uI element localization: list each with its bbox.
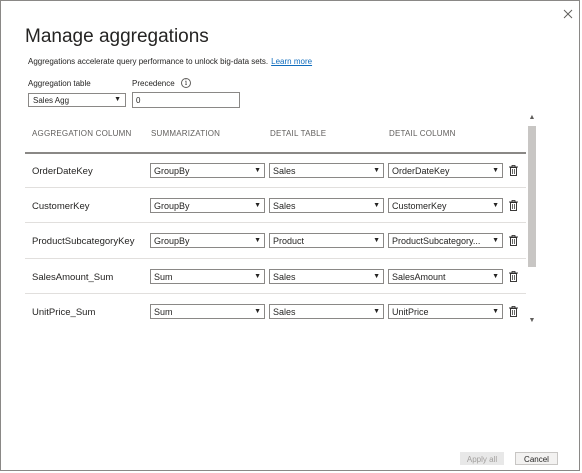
detail-column-dropdown[interactable]: UnitPrice ▼ (388, 304, 503, 319)
detail-column-dropdown[interactable]: SalesAmount ▼ (388, 269, 503, 284)
detail-column-value: OrderDateKey (392, 166, 450, 176)
chevron-down-icon: ▼ (373, 308, 380, 315)
detail-column-value: CustomerKey (392, 201, 447, 211)
precedence-input[interactable]: 0 (132, 92, 240, 108)
chevron-down-icon: ▼ (492, 202, 499, 209)
chevron-down-icon: ▼ (492, 273, 499, 280)
detail-table-value: Sales (273, 166, 296, 176)
chevron-down-icon: ▼ (492, 308, 499, 315)
detail-column-value: SalesAmount (392, 272, 446, 282)
detail-table-value: Sales (273, 307, 296, 317)
detail-table-dropdown[interactable]: Sales ▼ (269, 163, 384, 178)
chevron-down-icon: ▼ (114, 96, 121, 103)
chevron-down-icon: ▼ (254, 273, 261, 280)
chevron-down-icon: ▼ (373, 237, 380, 244)
chevron-down-icon: ▼ (373, 167, 380, 174)
scroll-down-arrow[interactable]: ▼ (527, 317, 537, 324)
chevron-down-icon: ▼ (373, 273, 380, 280)
header-divider (25, 152, 526, 154)
aggregation-table-value: Sales Agg (33, 96, 70, 105)
detail-table-value: Product (273, 236, 305, 246)
row-divider (25, 258, 526, 259)
description-text: Aggregations accelerate query performanc… (28, 57, 269, 66)
aggregation-column-cell: OrderDateKey (32, 166, 93, 177)
detail-column-dropdown[interactable]: CustomerKey ▼ (388, 198, 503, 213)
header-summarization: SUMMARIZATION (151, 129, 221, 138)
summarization-value: Sum (154, 272, 173, 282)
row-divider (25, 293, 526, 294)
aggregation-table-label: Aggregation table (28, 79, 91, 88)
chevron-down-icon: ▼ (492, 167, 499, 174)
summarization-value: GroupBy (154, 166, 190, 176)
row-divider (25, 187, 526, 188)
summarization-value: Sum (154, 307, 173, 317)
summarization-dropdown[interactable]: GroupBy ▼ (150, 198, 265, 213)
trash-icon[interactable] (509, 165, 518, 176)
detail-table-dropdown[interactable]: Sales ▼ (269, 269, 384, 284)
detail-column-value: UnitPrice (392, 307, 429, 317)
scrollbar-thumb[interactable] (528, 126, 536, 267)
trash-icon[interactable] (509, 271, 518, 282)
trash-icon[interactable] (509, 200, 518, 211)
aggregation-column-cell: SalesAmount_Sum (32, 272, 114, 283)
apply-all-button[interactable]: Apply all (460, 452, 504, 465)
aggregation-column-cell: ProductSubcategoryKey (32, 236, 135, 247)
close-icon[interactable] (561, 7, 575, 21)
summarization-dropdown[interactable]: Sum ▼ (150, 304, 265, 319)
header-detail-table: DETAIL TABLE (270, 129, 327, 138)
detail-table-dropdown[interactable]: Sales ▼ (269, 198, 384, 213)
detail-table-dropdown[interactable]: Product ▼ (269, 233, 384, 248)
aggregation-column-cell: UnitPrice_Sum (32, 307, 96, 318)
chevron-down-icon: ▼ (254, 202, 261, 209)
aggregation-column-cell: CustomerKey (32, 201, 90, 212)
precedence-label: Precedence (132, 79, 175, 88)
chevron-down-icon: ▼ (254, 167, 261, 174)
detail-column-dropdown[interactable]: OrderDateKey ▼ (388, 163, 503, 178)
summarization-dropdown[interactable]: GroupBy ▼ (150, 163, 265, 178)
dialog-description: Aggregations accelerate query performanc… (28, 57, 312, 66)
learn-more-link[interactable]: Learn more (271, 57, 312, 66)
chevron-down-icon: ▼ (373, 202, 380, 209)
info-icon[interactable]: i (181, 78, 191, 88)
trash-icon[interactable] (509, 235, 518, 246)
detail-table-value: Sales (273, 201, 296, 211)
chevron-down-icon: ▼ (254, 237, 261, 244)
summarization-value: GroupBy (154, 236, 190, 246)
row-divider (25, 222, 526, 223)
header-aggregation-column: AGGREGATION COLUMN (32, 129, 132, 138)
trash-icon[interactable] (509, 306, 518, 317)
detail-column-dropdown[interactable]: ProductSubcategory... ▼ (388, 233, 503, 248)
detail-column-value: ProductSubcategory... (392, 236, 481, 246)
aggregation-table-select[interactable]: Sales Agg ▼ (28, 93, 126, 107)
cancel-button[interactable]: Cancel (515, 452, 558, 465)
summarization-dropdown[interactable]: Sum ▼ (150, 269, 265, 284)
chevron-down-icon: ▼ (254, 308, 261, 315)
header-detail-column: DETAIL COLUMN (389, 129, 456, 138)
summarization-value: GroupBy (154, 201, 190, 211)
scroll-up-arrow[interactable]: ▲ (527, 114, 537, 121)
summarization-dropdown[interactable]: GroupBy ▼ (150, 233, 265, 248)
chevron-down-icon: ▼ (492, 237, 499, 244)
dialog-title: Manage aggregations (25, 26, 209, 47)
detail-table-value: Sales (273, 272, 296, 282)
detail-table-dropdown[interactable]: Sales ▼ (269, 304, 384, 319)
manage-aggregations-dialog: Manage aggregations Aggregations acceler… (0, 0, 580, 471)
